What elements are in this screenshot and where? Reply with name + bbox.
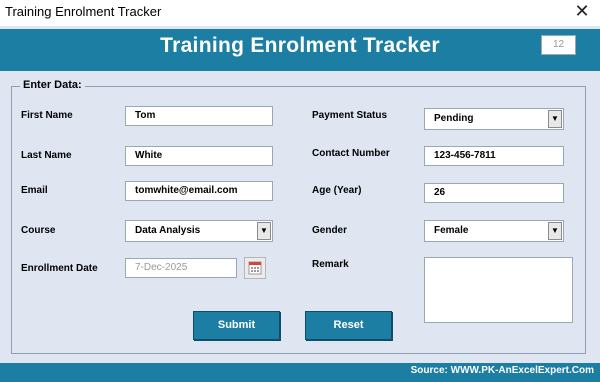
- enrollment-date-field[interactable]: 7-Dec-2025: [125, 258, 237, 278]
- first-name-label: First Name: [21, 110, 73, 121]
- gender-value: Female: [434, 225, 469, 236]
- email-field[interactable]: tomwhite@email.com: [125, 181, 273, 201]
- enrollment-date-label: Enrollment Date: [21, 263, 98, 274]
- remark-textarea[interactable]: [424, 257, 573, 323]
- source-text: Source: WWW.PK-AnExcelExpert.Com: [410, 365, 594, 376]
- footer-band: Source: WWW.PK-AnExcelExpert.Com: [0, 363, 600, 382]
- contact-number-field[interactable]: 123-456-7811: [424, 146, 564, 166]
- payment-status-combobox[interactable]: Pending ▼: [424, 108, 564, 130]
- course-value: Data Analysis: [135, 225, 201, 236]
- calendar-icon: [248, 261, 262, 275]
- chevron-down-icon[interactable]: ▼: [548, 222, 562, 240]
- record-number-box: 12: [541, 35, 576, 55]
- chevron-down-icon[interactable]: ▼: [257, 222, 271, 240]
- header-band: Training Enrolment Tracker 12: [0, 29, 600, 71]
- form-title: Training Enrolment Tracker: [160, 34, 440, 57]
- remark-label: Remark: [312, 259, 349, 270]
- close-icon[interactable]: ✕: [572, 1, 592, 21]
- contact-number-label: Contact Number: [312, 148, 390, 159]
- course-label: Course: [21, 225, 56, 236]
- reset-button[interactable]: Reset: [305, 311, 392, 340]
- age-field[interactable]: 26: [424, 183, 564, 203]
- payment-status-label: Payment Status: [312, 110, 388, 121]
- age-label: Age (Year): [312, 185, 362, 196]
- submit-button[interactable]: Submit: [193, 311, 280, 340]
- last-name-field[interactable]: White: [125, 146, 273, 166]
- email-label: Email: [21, 185, 48, 196]
- course-combobox[interactable]: Data Analysis ▼: [125, 220, 273, 242]
- window-title: Training Enrolment Tracker: [5, 4, 162, 19]
- last-name-label: Last Name: [21, 150, 72, 161]
- payment-status-value: Pending: [434, 113, 474, 124]
- enter-data-legend: Enter Data:: [20, 79, 85, 91]
- calendar-button[interactable]: [244, 257, 266, 279]
- gender-label: Gender: [312, 225, 348, 236]
- chevron-down-icon[interactable]: ▼: [548, 110, 562, 128]
- window-title-bar: Training Enrolment Tracker ✕: [0, 0, 600, 26]
- gender-combobox[interactable]: Female ▼: [424, 220, 564, 242]
- first-name-field[interactable]: Tom: [125, 106, 273, 126]
